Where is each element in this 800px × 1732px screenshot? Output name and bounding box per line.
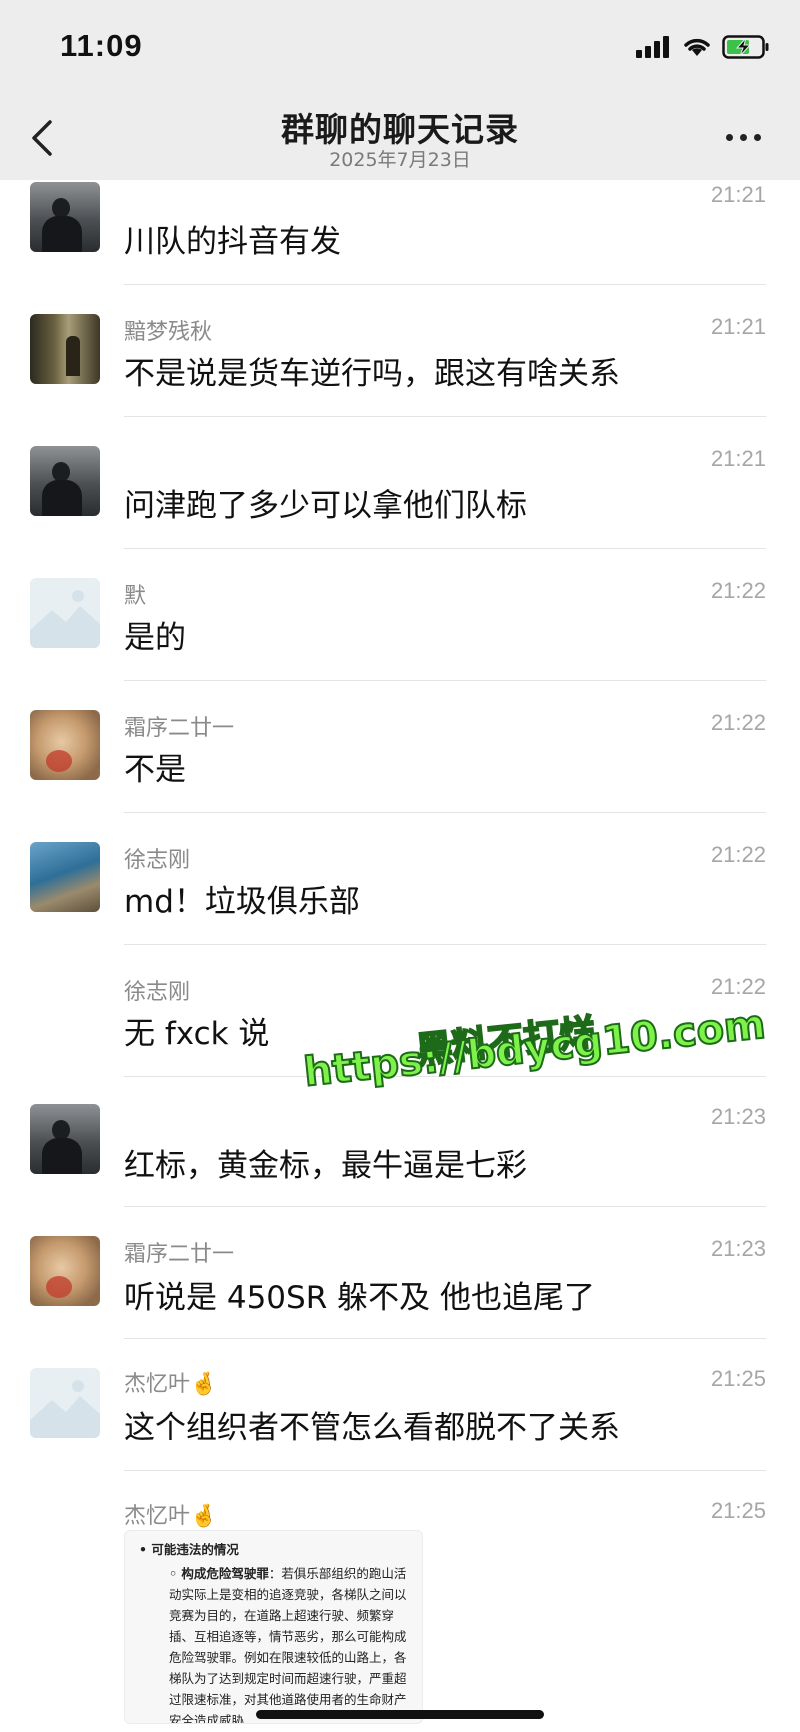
avatar[interactable]: [30, 710, 100, 780]
message-text: 是的: [124, 620, 186, 656]
sender-name: 霜序二廿一: [124, 1242, 235, 1267]
image-placeholder-icon: [30, 590, 100, 648]
avatar[interactable]: [30, 1104, 100, 1174]
divider: [124, 812, 766, 813]
sender-name: 杰忆叶🤞: [124, 1372, 218, 1397]
divider: [124, 548, 766, 549]
avatar[interactable]: [30, 314, 100, 384]
sender-name: 徐志刚: [124, 848, 191, 873]
avatar[interactable]: [30, 1368, 100, 1438]
message-text: md！垃圾俱乐部: [124, 884, 360, 920]
avatar[interactable]: [30, 842, 100, 912]
card-subheading: ◦ 构成危险驾驶罪: [169, 1566, 269, 1581]
message-time: 21:23: [710, 1236, 766, 1261]
message-time: 21:22: [710, 578, 766, 603]
message-text: 川队的抖音有发: [124, 224, 341, 260]
wifi-icon: [684, 38, 710, 56]
message-time: 21:21: [710, 446, 766, 471]
message-time: 21:21: [710, 182, 766, 207]
image-message-card[interactable]: • 可能违法的情况 ◦ 构成危险驾驶罪：若俱乐部组织的跑山活动实际上是变相的追逐…: [124, 1530, 423, 1724]
divider: [124, 1206, 766, 1207]
message-time: 21:21: [710, 314, 766, 339]
message-text: 红标，黄金标，最牛逼是七彩: [124, 1148, 527, 1184]
message-time: 21:22: [710, 842, 766, 867]
message-text: 不是: [124, 752, 186, 788]
message-time: 21:23: [710, 1104, 766, 1129]
divider: [124, 284, 766, 285]
message-text: 无 fxck 说: [124, 1016, 270, 1052]
message-text: 不是说是货车逆行吗，跟这有啥关系: [124, 356, 620, 392]
message-text: 这个组织者不管怎么看都脱不了关系: [124, 1410, 620, 1446]
message-time: 21:22: [710, 974, 766, 999]
image-placeholder-icon: [30, 1380, 100, 1438]
message-text: 问津跑了多少可以拿他们队标: [124, 488, 527, 524]
card-body-text: ：若俱乐部组织的跑山活动实际上是变相的追逐竞驶，各梯队之间以竞赛为目的，在道路上…: [169, 1566, 407, 1724]
top-bar: 11:09 群聊的聊天记录 2025年7月23日: [0, 0, 800, 180]
page-title: 群聊的聊天记录: [281, 110, 519, 149]
status-time: 11:09: [60, 28, 143, 63]
avatar[interactable]: [30, 182, 100, 252]
more-options-icon[interactable]: [726, 130, 766, 144]
sender-name: 徐志刚: [124, 980, 191, 1005]
divider: [124, 416, 766, 417]
divider: [124, 1338, 766, 1339]
battery-charging-icon: [722, 35, 769, 59]
avatar[interactable]: [30, 446, 100, 516]
page-subtitle-date: 2025年7月23日: [329, 149, 471, 171]
avatar[interactable]: [30, 1236, 100, 1306]
message-time: 21:25: [710, 1366, 766, 1391]
message-time: 21:22: [710, 710, 766, 735]
sender-name: 霜序二廿一: [124, 716, 235, 741]
sender-name: 默: [124, 584, 147, 609]
message-text: 听说是 450SR 躲不及 他也追尾了: [124, 1280, 595, 1316]
avatar[interactable]: [30, 578, 100, 648]
divider: [124, 1470, 766, 1471]
home-indicator[interactable]: [256, 1710, 544, 1719]
card-body: ◦ 构成危险驾驶罪：若俱乐部组织的跑山活动实际上是变相的追逐竞驶，各梯队之间以竞…: [169, 1563, 409, 1724]
sender-name: 杰忆叶🤞: [124, 1504, 218, 1529]
status-icons: [636, 32, 770, 62]
card-heading: • 可能违法的情况: [139, 1542, 239, 1557]
divider: [124, 944, 766, 945]
sender-name: 黯梦残秋: [124, 320, 213, 345]
signal-icon: [636, 36, 669, 58]
divider: [124, 680, 766, 681]
message-time: 21:25: [710, 1498, 766, 1523]
